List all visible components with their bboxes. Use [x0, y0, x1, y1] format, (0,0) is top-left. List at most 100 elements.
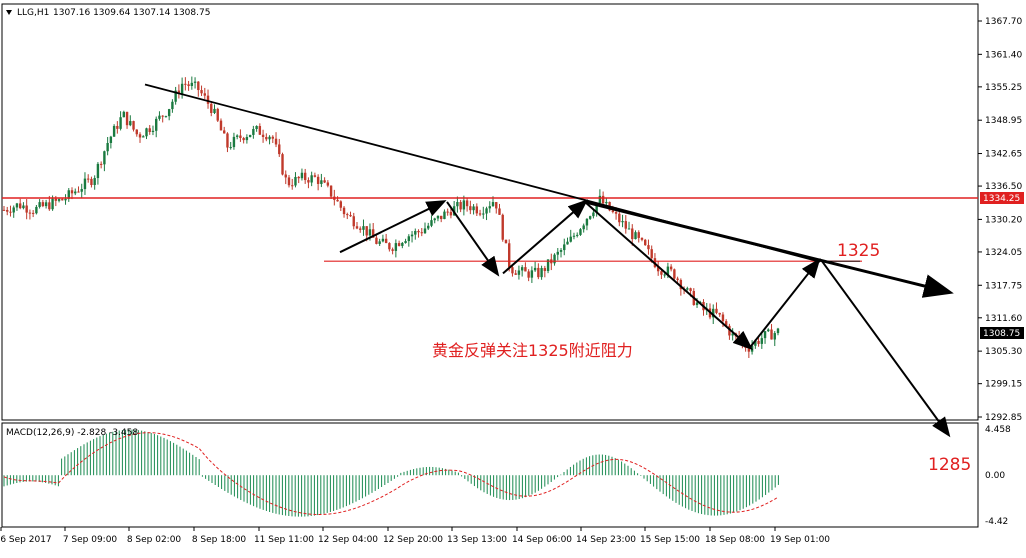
time-tick-label: 11 Sep 11:00: [254, 535, 314, 545]
candle-body: [368, 229, 372, 236]
candle-body: [404, 241, 407, 243]
candle-body: [109, 136, 113, 143]
candle-body: [278, 144, 281, 155]
candle-body: [388, 243, 391, 250]
candle-body: [634, 232, 637, 240]
candle-body: [245, 137, 249, 141]
candle-body: [320, 180, 323, 184]
candle-body: [349, 215, 352, 217]
candle-body: [106, 142, 109, 152]
candle-body: [239, 135, 242, 139]
candle-body: [161, 115, 164, 117]
candle-body: [384, 238, 388, 244]
candle-body: [12, 207, 15, 213]
resistance-price-text: 1334.25: [983, 194, 1020, 204]
price-tick-label: 1348.95: [985, 116, 1022, 126]
candle-body: [342, 207, 346, 215]
candle-body: [148, 128, 151, 132]
price-tick-label: 1330.20: [985, 215, 1022, 225]
price-tick-label: 1311.60: [985, 314, 1022, 324]
candle-body: [501, 214, 504, 240]
symbol-label: LLG,H1: [17, 8, 49, 18]
candle-body: [423, 228, 427, 234]
candle-body: [255, 126, 258, 130]
candle-body: [248, 134, 252, 138]
candle-body: [99, 163, 103, 165]
candle-body: [572, 235, 576, 237]
candle-body: [362, 226, 365, 230]
candle-body: [119, 117, 122, 129]
candle-body: [313, 175, 317, 177]
candle-body: [533, 267, 537, 271]
candle-body: [116, 125, 119, 129]
candle-body: [407, 236, 411, 242]
candle-body: [449, 211, 453, 216]
candle-body: [281, 154, 284, 175]
candle-body: [6, 209, 9, 212]
candle-body: [187, 84, 190, 87]
candle-body: [252, 129, 255, 135]
price-tick-label: 1342.65: [985, 150, 1022, 160]
candle-body: [410, 234, 414, 237]
time-tick-label: 6 Sep 2017: [0, 535, 51, 545]
candle-body: [673, 269, 676, 279]
candle-body: [569, 236, 572, 242]
candle-body: [504, 239, 508, 244]
candle-body: [640, 237, 644, 240]
candle-body: [524, 267, 527, 272]
candle-body: [598, 195, 602, 204]
candle-body: [316, 176, 320, 184]
candle-body: [543, 268, 547, 271]
candle-body: [514, 273, 517, 275]
candle-body: [284, 174, 287, 178]
candle-body: [718, 312, 721, 315]
candle-body: [51, 198, 54, 210]
candle-body: [556, 251, 559, 255]
candle-body: [336, 199, 339, 202]
price-tick-label: 1305.30: [985, 347, 1022, 357]
candle-body: [135, 129, 138, 135]
candle-body: [38, 202, 41, 207]
candle-body: [44, 202, 48, 207]
candle-body: [145, 128, 148, 137]
candle-body: [307, 180, 310, 183]
candle-body: [155, 118, 158, 131]
candle-body: [631, 228, 634, 240]
candle-body: [605, 201, 608, 204]
candle-body: [213, 108, 216, 113]
candle-body: [482, 213, 485, 215]
candle-body: [508, 243, 511, 268]
candle-body: [770, 329, 773, 340]
candle-body: [488, 206, 491, 209]
candle-body: [355, 226, 359, 229]
candle-body: [216, 108, 219, 121]
candle-body: [721, 314, 725, 322]
candle-body: [420, 232, 423, 234]
time-tick-label: 7 Sep 09:00: [63, 535, 118, 545]
annotation-comment: 黄金反弹关注1325附近阻力: [432, 341, 633, 360]
candle-body: [132, 121, 135, 130]
annotation-1325: 1325: [837, 241, 880, 261]
candle-body: [138, 134, 142, 138]
candle-body: [190, 82, 194, 87]
candle-body: [164, 116, 168, 118]
candle-body: [129, 121, 132, 126]
candle-body: [87, 178, 90, 180]
candle-body: [303, 172, 307, 181]
candle-body: [601, 195, 605, 204]
candle-body: [103, 151, 106, 165]
candle-body: [294, 176, 297, 186]
candle-body: [15, 203, 19, 208]
macd-tick-label: -4.42: [985, 517, 1008, 527]
candle-body: [359, 228, 362, 230]
candle-body: [2, 209, 6, 211]
candle-body: [242, 138, 245, 141]
macd-axis: 4.458 0.00 -4.42: [985, 425, 1011, 527]
candle-body: [28, 212, 32, 214]
candle-body: [637, 232, 640, 238]
candle-body: [540, 268, 543, 278]
candle-body: [203, 93, 206, 96]
candle-body: [472, 206, 475, 211]
candle-body: [77, 191, 80, 193]
candle-body: [465, 200, 469, 207]
